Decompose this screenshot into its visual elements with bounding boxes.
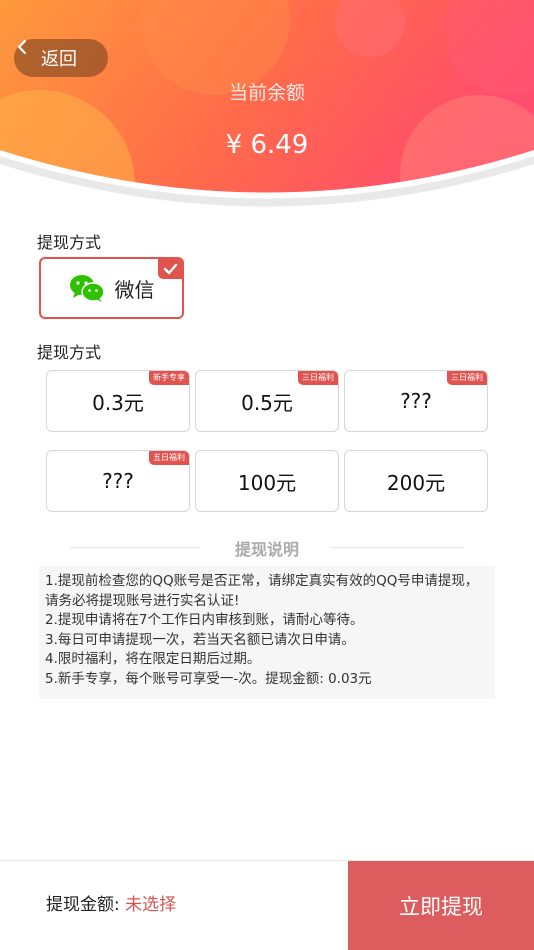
method-option-wechat[interactable]: 微信 (39, 257, 184, 319)
note-line: 3.每日可申请提现一次，若当天名额已请次日申请。 (45, 631, 355, 648)
note-line: 1.提现前检查您的QQ账号是否正常，请绑定真实有效的QQ号申请提现，请务必将提现… (45, 573, 479, 609)
bottom-bar: 提现金额: 未选择 立即提现 (0, 860, 534, 950)
amount-tag: 五日福利 (149, 451, 189, 465)
note-line: 4.限时福利，将在限定日期后过期。 (45, 651, 261, 668)
amount-label: ??? (102, 469, 134, 493)
withdraw-amount-summary: 提现金额: 未选择 (46, 890, 176, 915)
header-background (0, 0, 534, 207)
amount-tag: 三日福利 (298, 371, 338, 385)
amount-section-title: 提现方式 (37, 343, 102, 362)
balance-label: 当前余额 (228, 82, 305, 104)
back-label: 返回 (41, 49, 77, 70)
withdraw-amount-value: 未选择 (125, 895, 177, 915)
notes-header: 提现说明 (70, 536, 464, 560)
withdraw-submit-button[interactable]: 立即提现 (348, 861, 534, 950)
note-line: 2.提现申请将在7个工作日内审核到账，请耐心等待。 (45, 612, 364, 629)
amount-option-0-3[interactable]: 0.3元 新手专享 (46, 370, 190, 432)
amount-label: 0.3元 (92, 390, 144, 415)
amount-option-hidden-2[interactable]: ??? 五日福利 (46, 450, 190, 512)
notes-box: 1.提现前检查您的QQ账号是否正常，请绑定真实有效的QQ号申请提现，请务必将提现… (39, 566, 495, 699)
amount-label: 200元 (386, 470, 446, 495)
amount-option-hidden-1[interactable]: ??? 三日福利 (344, 370, 488, 432)
wechat-icon (69, 275, 105, 302)
amount-label: ??? (400, 389, 432, 413)
amount-tag: 新手专享 (149, 371, 189, 385)
payment-method-title: 提现方式 (37, 233, 102, 252)
amount-option-100[interactable]: 100元 (195, 450, 339, 512)
method-label: 微信 (114, 277, 155, 302)
amount-option-0-5[interactable]: 0.5元 三日福利 (195, 370, 339, 432)
note-line: 5.新手专享，每个账号可享受一-次。提现金额: 0.03元 (45, 670, 372, 687)
chevron-left-icon (17, 39, 27, 55)
check-icon (158, 259, 182, 279)
balance-header: 返回 当前余额 ¥ 6.49 (0, 0, 534, 210)
amount-label: 100元 (237, 470, 297, 495)
balance-value: ¥ 6.49 (225, 130, 309, 160)
amount-tag: 三日福利 (447, 371, 487, 385)
notes-title: 提现说明 (234, 540, 299, 559)
withdraw-amount-label: 提现金额: (46, 895, 120, 915)
amount-label: 0.5元 (241, 390, 293, 415)
amount-option-200[interactable]: 200元 (344, 450, 488, 512)
back-button[interactable]: 返回 (14, 39, 108, 77)
